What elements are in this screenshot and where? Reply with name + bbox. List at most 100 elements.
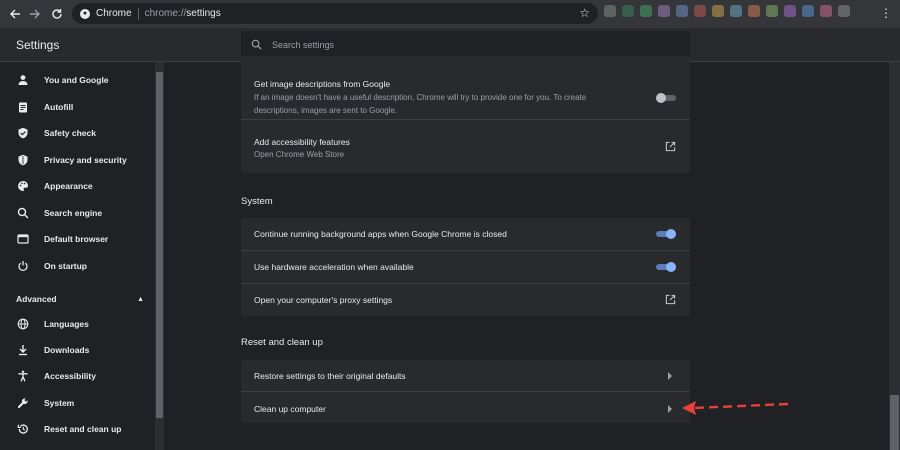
- extension-icon[interactable]: [604, 5, 616, 17]
- sidebar-item-accessibility[interactable]: Accessibility: [0, 365, 155, 387]
- extension-icon[interactable]: [838, 5, 850, 17]
- open-in-new-icon[interactable]: [665, 294, 676, 305]
- annotation-arrow-icon: [682, 401, 789, 415]
- extension-icon[interactable]: [748, 5, 760, 17]
- extension-icon[interactable]: [730, 5, 742, 17]
- clean-up-computer-label: Clean up computer: [254, 404, 326, 414]
- system-card: Continue running background apps when Go…: [241, 218, 690, 316]
- search-icon: [16, 206, 30, 220]
- sidebar-item-appearance[interactable]: Appearance: [0, 175, 155, 197]
- settings-main: Get image descriptions from Google If an…: [166, 56, 889, 450]
- proxy-settings-row[interactable]: Open your computer's proxy settings: [241, 283, 690, 316]
- sidebar-item-default-browser[interactable]: Default browser: [0, 228, 155, 250]
- more-vert-icon[interactable]: ⋮: [880, 6, 892, 20]
- page-title: Settings: [16, 38, 60, 52]
- palette-icon: [16, 179, 30, 193]
- browser-window-icon: [16, 232, 30, 246]
- sidebar: You and Google Autofill Safety check Pri…: [0, 62, 155, 450]
- search-icon: [251, 39, 262, 50]
- sidebar-item-search-engine[interactable]: Search engine: [0, 202, 155, 224]
- search-input[interactable]: [272, 39, 652, 50]
- image-descriptions-subtitle: If an image doesn't have a useful descri…: [254, 93, 587, 115]
- reset-section-title: Reset and clean up: [241, 337, 323, 348]
- sidebar-advanced-toggle[interactable]: Advanced ▲: [16, 292, 144, 306]
- reset-card: Restore settings to their original defau…: [241, 360, 690, 423]
- sidebar-item-label: Safety check: [44, 128, 96, 138]
- sidebar-item-privacy-and-security[interactable]: Privacy and security: [0, 149, 155, 171]
- add-accessibility-features-row[interactable]: Add accessibility features Open Chrome W…: [241, 119, 690, 173]
- sidebar-item-label: Privacy and security: [44, 155, 127, 165]
- main-scrollbar-thumb[interactable]: [890, 395, 899, 450]
- sidebar-item-label: Reset and clean up: [44, 424, 122, 434]
- extension-icons: [604, 5, 850, 17]
- image-descriptions-row[interactable]: Get image descriptions from Google If an…: [241, 56, 690, 119]
- person-icon: [16, 73, 30, 87]
- shield-check-icon: [16, 126, 30, 140]
- forward-arrow-icon[interactable]: [24, 3, 46, 25]
- history-icon: [16, 422, 30, 436]
- background-apps-toggle[interactable]: [656, 229, 676, 239]
- star-icon[interactable]: ☆: [579, 6, 590, 20]
- system-section-title: System: [241, 196, 273, 207]
- sidebar-item-on-startup[interactable]: On startup: [0, 255, 155, 277]
- accessibility-icon: [16, 369, 30, 383]
- wrench-icon: [16, 396, 30, 410]
- sidebar-item-you-and-google[interactable]: You and Google: [0, 69, 155, 91]
- browser-toolbar: ● Chrome chrome://settings ☆ ⋮: [0, 0, 900, 28]
- hardware-acceleration-toggle[interactable]: [656, 262, 676, 272]
- search-box[interactable]: [241, 31, 690, 58]
- shield-icon: [16, 153, 30, 167]
- sidebar-item-label: Downloads: [44, 345, 90, 355]
- sidebar-item-label: Languages: [44, 319, 89, 329]
- open-in-new-icon[interactable]: [665, 141, 676, 152]
- sidebar-item-label: On startup: [44, 261, 87, 271]
- proxy-settings-label: Open your computer's proxy settings: [254, 295, 393, 305]
- main-scrollbar-track[interactable]: [889, 62, 900, 450]
- sidebar-item-label: You and Google: [44, 75, 109, 85]
- extension-icon[interactable]: [766, 5, 778, 17]
- hardware-acceleration-row[interactable]: Use hardware acceleration when available: [241, 250, 690, 283]
- background-apps-label: Continue running background apps when Go…: [254, 229, 507, 239]
- address-url: chrome://settings: [144, 8, 221, 19]
- extension-icon[interactable]: [676, 5, 688, 17]
- globe-icon: [16, 317, 30, 331]
- extension-icon[interactable]: [622, 5, 634, 17]
- extension-icon[interactable]: [820, 5, 832, 17]
- extension-icon[interactable]: [640, 5, 652, 17]
- sidebar-item-system[interactable]: System: [0, 392, 155, 414]
- background-apps-row[interactable]: Continue running background apps when Go…: [241, 218, 690, 250]
- image-descriptions-toggle[interactable]: [656, 93, 676, 103]
- sidebar-item-safety-check[interactable]: Safety check: [0, 122, 155, 144]
- site-chip: Chrome: [96, 8, 132, 19]
- sidebar-item-label: Autofill: [44, 102, 74, 112]
- accessibility-card: Get image descriptions from Google If an…: [241, 56, 690, 173]
- sidebar-item-label: Appearance: [44, 181, 93, 191]
- sidebar-item-label: Search engine: [44, 208, 103, 218]
- sidebar-item-label: Default browser: [44, 234, 109, 244]
- restore-defaults-label: Restore settings to their original defau…: [254, 371, 406, 381]
- address-divider: [137, 7, 139, 20]
- restore-defaults-row[interactable]: Restore settings to their original defau…: [241, 360, 690, 391]
- address-bar[interactable]: ● Chrome chrome://settings ☆: [72, 3, 598, 24]
- extension-icon[interactable]: [712, 5, 724, 17]
- sidebar-scrollbar-thumb[interactable]: [156, 72, 163, 418]
- clipboard-icon: [16, 100, 30, 114]
- extension-icon[interactable]: [784, 5, 796, 17]
- chrome-site-icon: ●: [80, 8, 90, 19]
- back-arrow-icon[interactable]: [4, 3, 26, 25]
- sidebar-item-reset-and-clean-up[interactable]: Reset and clean up: [0, 418, 155, 440]
- sidebar-item-downloads[interactable]: Downloads: [0, 339, 155, 361]
- extension-icon[interactable]: [694, 5, 706, 17]
- reload-icon[interactable]: [46, 3, 68, 25]
- download-icon: [16, 343, 30, 357]
- extension-icon[interactable]: [802, 5, 814, 17]
- clean-up-computer-row[interactable]: Clean up computer: [241, 391, 690, 423]
- hardware-acceleration-label: Use hardware acceleration when available: [254, 262, 414, 272]
- sidebar-item-label: Accessibility: [44, 371, 96, 381]
- add-accessibility-features-title: Add accessibility features: [254, 137, 350, 147]
- sidebar-item-autofill[interactable]: Autofill: [0, 96, 155, 118]
- extension-icon[interactable]: [658, 5, 670, 17]
- caret-up-icon: ▲: [137, 295, 144, 303]
- sidebar-item-languages[interactable]: Languages: [0, 313, 155, 335]
- image-descriptions-title: Get image descriptions from Google: [254, 79, 391, 89]
